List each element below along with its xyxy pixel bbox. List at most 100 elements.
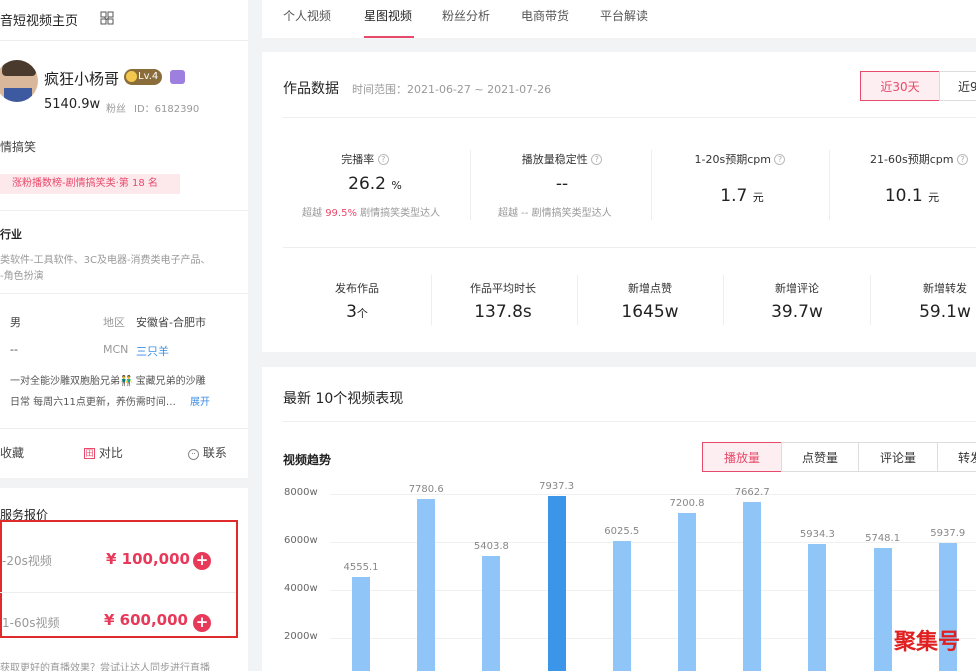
bar-value-label: 5937.9 [930, 528, 966, 540]
chart-bar[interactable] [743, 502, 762, 671]
cpm-20s-label: 1-20s预期cpm ? [675, 151, 805, 167]
tab-personal-videos[interactable]: 个人视频 [283, 7, 331, 24]
bio-line-1: 一对全能沙雕双胞胎兄弟👬 宝藏兄弟的沙雕 [10, 376, 206, 387]
industry-line-2: -角色扮演 [0, 271, 44, 282]
chart-bar[interactable] [547, 495, 566, 671]
bar-value-label: 7937.3 [539, 480, 575, 492]
chart-bar[interactable] [808, 543, 827, 671]
bar-value-label: 7200.8 [669, 498, 705, 510]
store-icon [170, 70, 185, 84]
bar-value-label: 7780.6 [408, 484, 444, 496]
grid-icon[interactable] [100, 10, 114, 25]
bio-expand-link[interactable]: 展开 [190, 393, 210, 408]
cpm-20s-value: 1.7 元 [720, 186, 764, 206]
period-90-days-button[interactable]: 近9 [939, 71, 976, 101]
nav-title: 音短视频主页 [0, 14, 79, 29]
creator-name: 疯狂小杨哥 [44, 70, 120, 88]
avatar[interactable] [0, 60, 38, 102]
help-icon[interactable]: ? [377, 154, 389, 165]
bar-value-label: 5748.1 [865, 533, 901, 545]
bar-value-label: 4555.1 [343, 561, 379, 573]
mcn-link[interactable]: 三只羊 [136, 343, 169, 359]
new-shares-label: 新增转发 [923, 282, 967, 295]
new-comments-value: 39.7w [771, 302, 823, 322]
compare-button[interactable]: 田 对比 [84, 444, 123, 461]
new-likes-value: 1645w [621, 302, 679, 322]
toggle-shares[interactable]: 转发 [937, 442, 976, 472]
y-tick-label: 4000w [284, 583, 318, 594]
fans-label: 粉丝 [106, 104, 126, 115]
bar-value-label: 5403.8 [473, 541, 509, 553]
stability-value: -- [555, 174, 569, 194]
category-tag: 情搞笑 [0, 140, 37, 154]
help-icon[interactable]: ? [956, 154, 968, 165]
collect-button[interactable]: 收藏 [0, 444, 24, 461]
help-icon[interactable]: ? [591, 154, 603, 165]
quote-footer: 获取更好的直播效果？尝试让达人同步进行直播 [0, 663, 210, 671]
completion-rate-value: 26.2 % [348, 174, 402, 194]
toggle-likes[interactable]: 点赞量 [781, 442, 859, 472]
chart-bar[interactable] [873, 548, 892, 671]
trend-subtitle: 视频趋势 [283, 453, 332, 467]
tab-fan-analysis[interactable]: 粉丝分析 [442, 7, 490, 24]
stability-label: 播放量稳定性 ? [497, 151, 627, 167]
new-likes-label: 新增点赞 [628, 282, 672, 295]
bar-value-label: 7662.7 [734, 487, 770, 499]
chart-bar[interactable] [482, 556, 501, 671]
quote-item-label: 1-60s视频 [2, 616, 60, 630]
toggle-comments[interactable]: 评论量 [858, 442, 938, 472]
quote-item-price: ¥ 100,000 [106, 550, 190, 568]
bar-value-label: 5934.3 [799, 528, 835, 540]
y-tick-label: 2000w [284, 631, 318, 642]
chart-bar[interactable] [678, 513, 696, 671]
tab-platform-analysis[interactable]: 平台解读 [600, 7, 648, 24]
contact-button[interactable]: ·· 联系 [188, 444, 227, 461]
chart-bar[interactable] [417, 499, 436, 671]
avg-duration-value: 137.8s [474, 302, 532, 322]
quote-item-price: ¥ 600,000 [104, 611, 188, 629]
level-badge: Lv.4 [124, 69, 163, 85]
completion-rate-label: 完播率 ? [300, 151, 430, 167]
tab-xingtu-videos[interactable]: 星图视频 [364, 7, 412, 24]
completion-rate-note: 超越 99.5% 剧情搞笑类型达人 [302, 208, 441, 219]
recent-title: 最新 10个视频表现 [283, 391, 404, 407]
published-works-value: 3个 [346, 302, 368, 322]
bar-value-label: 6025.5 [604, 526, 640, 538]
y-tick-label: 8000w [284, 487, 318, 498]
tab-ecommerce[interactable]: 电商带货 [521, 7, 569, 24]
toggle-plays[interactable]: 播放量 [702, 442, 782, 472]
add-icon[interactable]: + [193, 552, 211, 570]
new-comments-label: 新增评论 [775, 282, 819, 295]
mcn-label: MCN [103, 343, 129, 356]
watermark: 聚集号 [894, 630, 961, 655]
industry-title: 行业 [0, 228, 22, 241]
region-label: 地区 [103, 316, 125, 329]
stability-note: 超越 -- 剧情搞笑类型达人 [498, 208, 612, 219]
compare-icon: 田 [84, 448, 95, 459]
region-value: 安徽省-合肥市 [136, 316, 206, 329]
y-tick-label: 6000w [284, 535, 318, 546]
chart-bar[interactable] [352, 576, 370, 671]
active-tab-indicator [364, 36, 414, 38]
industry-line-1: 类软件-工具软件、3C及电器-消费类电子产品、 [0, 255, 211, 266]
chat-icon: ·· [188, 449, 199, 460]
avg-duration-label: 作品平均时长 [470, 282, 536, 295]
new-shares-value: 59.1w [919, 302, 971, 322]
creator-profile-panel: 音短视频主页 ⌄ 疯狂小杨哥 Lv.4 5140.9w 粉丝 ID：618239… [0, 0, 248, 478]
period-30-days-button[interactable]: 近30天 [860, 71, 940, 101]
fans-count: 5140.9w [44, 97, 101, 112]
quote-item-label: -20s视频 [2, 554, 52, 568]
cpm-60s-label: 21-60s预期cpm ? [870, 151, 976, 167]
gender-value: 男 [10, 316, 21, 329]
add-icon[interactable]: + [193, 614, 211, 632]
service-quote-panel: 服务报价 -20s视频 ¥ 100,000 + 1-60s视频 ¥ 600,00… [0, 488, 248, 671]
chart-bar[interactable] [612, 541, 631, 671]
crown-icon [126, 71, 137, 82]
published-works-label: 发布作品 [335, 282, 379, 295]
works-title: 作品数据 [283, 81, 339, 97]
time-range: 时间范围：2021-06-27 ~ 2021-07-26 [352, 83, 552, 96]
bio-line-2: 日常 每周六11点更新，养伤需时间… [10, 397, 176, 408]
help-icon[interactable]: ? [774, 154, 786, 165]
creator-id: ID：6182390 [134, 104, 200, 115]
rank-badge[interactable]: 涨粉播数榜-剧情搞笑类·第 18 名 [0, 174, 180, 194]
